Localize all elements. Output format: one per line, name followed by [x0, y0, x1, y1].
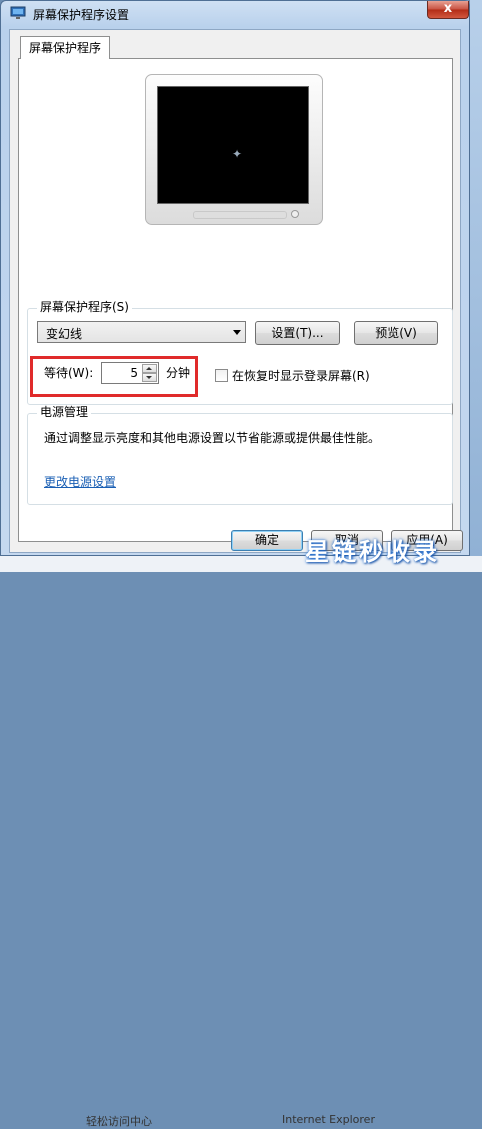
- chevron-down-icon: [233, 330, 241, 335]
- resume-logon-label: 在恢复时显示登录屏幕(R): [232, 369, 370, 383]
- monitor-power-led-icon: [291, 210, 299, 218]
- screensaver-select[interactable]: 变幻线: [37, 321, 246, 343]
- watermark: 星链秒收录: [305, 538, 440, 566]
- preview-screen: ✦: [157, 86, 309, 204]
- preview-animation-icon: ✦: [232, 147, 243, 161]
- highlight-annotation: [30, 356, 198, 397]
- ok-button[interactable]: 确定: [231, 530, 303, 551]
- close-button[interactable]: x: [427, 1, 469, 19]
- monitor-preview: ✦: [145, 74, 323, 225]
- monitor-slot: [193, 211, 287, 219]
- background-text-left: 轻松访问中心: [86, 1115, 152, 1128]
- resume-logon-checkbox[interactable]: [215, 369, 228, 382]
- power-description: 通过调整显示亮度和其他电源设置以节省能源或提供最佳性能。: [44, 431, 381, 445]
- change-power-settings-link[interactable]: 更改电源设置: [44, 473, 116, 490]
- tab-screensaver[interactable]: 屏幕保护程序: [20, 36, 111, 59]
- preview-button[interactable]: 预览(V): [354, 321, 438, 345]
- desktop-background-edge: [470, 0, 482, 572]
- settings-button[interactable]: 设置(T)...: [255, 321, 340, 345]
- power-group-label: 电源管理: [37, 405, 92, 419]
- screensaver-group-label: 屏幕保护程序(S): [37, 300, 132, 314]
- display-settings-icon: [10, 6, 26, 19]
- window-title: 屏幕保护程序设置: [33, 8, 130, 22]
- background-text-right: Internet Explorer: [282, 1113, 375, 1126]
- power-group: [27, 413, 453, 505]
- screensaver-select-value: 变幻线: [46, 327, 83, 341]
- close-icon: x: [443, 1, 453, 16]
- screensaver-settings-dialog: 屏幕保护程序设置 x 屏幕保护程序 ✦ 屏幕保护程序(S) 变幻线 设置(T).…: [0, 0, 470, 566]
- title-bar: 屏幕保护程序设置 x: [1, 1, 469, 27]
